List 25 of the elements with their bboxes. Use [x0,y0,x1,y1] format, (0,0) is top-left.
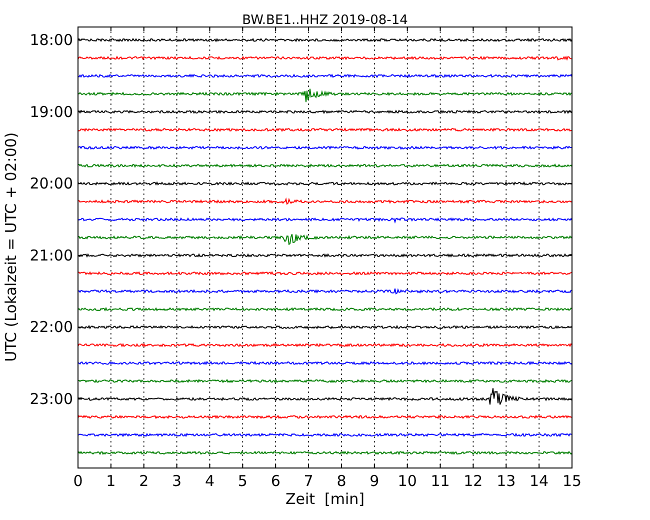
tick-label: 0 [73,472,83,490]
chart-title: BW.BE1..HHZ 2019-08-14 [242,13,408,28]
tick-label: 9 [370,472,380,490]
tick-label: 7 [304,472,314,490]
tick-label: 20:00 [30,174,73,193]
tick-label: 2 [139,472,149,490]
tick-label: 10 [398,472,417,490]
tick-label: 11 [430,472,450,490]
tick-label: 12 [464,472,483,490]
tick-label: 23:00 [30,390,73,408]
tick-label: 21:00 [30,246,73,264]
tick-label: 6 [270,472,280,490]
tick-label: 14 [530,472,549,490]
tick-label: 5 [238,472,248,490]
tick-label: 4 [204,472,214,490]
tick-label: 15 [562,472,582,490]
tick-label: 13 [496,472,516,490]
axis-label: UTC (Lokalzeit = UTC + 02:00) [2,132,20,362]
tick-label: 8 [336,472,346,490]
tick-label: 3 [172,472,182,490]
tick-label: 22:00 [30,318,73,336]
tick-label: 18:00 [30,31,73,49]
axis-label: Zeit [min] [285,490,365,508]
tick-label: 19:00 [30,102,73,121]
tick-label: 1 [106,472,116,490]
